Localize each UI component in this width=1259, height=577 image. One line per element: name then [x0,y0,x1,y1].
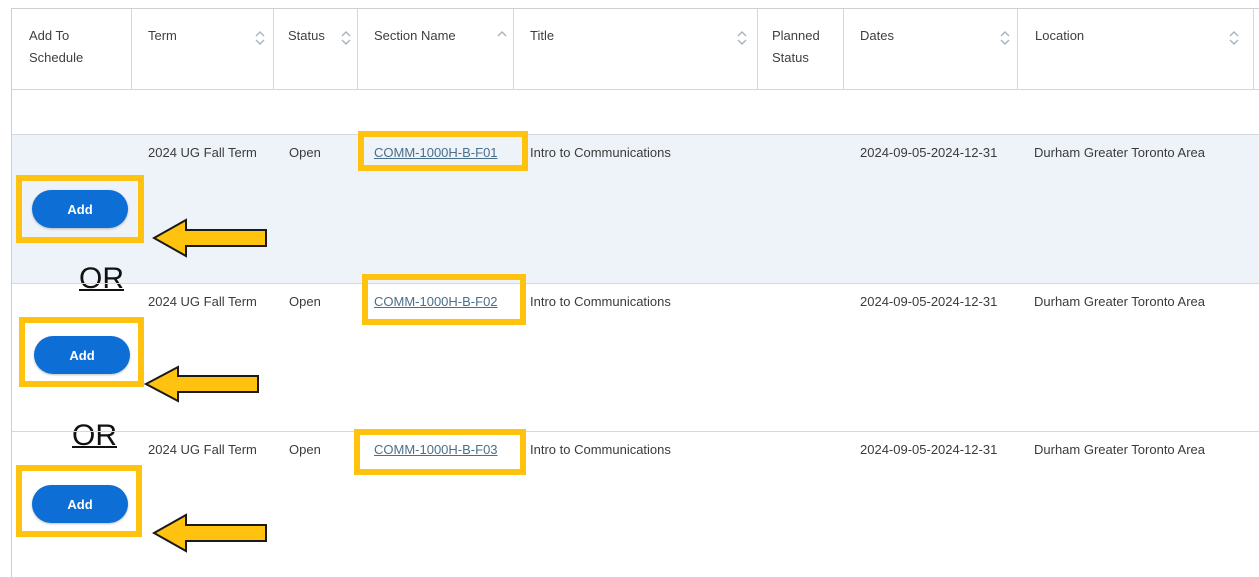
status-cell: Open [289,294,321,309]
status-cell: Open [289,145,321,160]
table-row: 2024 UG Fall Term Open COMM-1000H-B-F03 … [12,429,1259,577]
term-cell: 2024 UG Fall Term [148,145,257,160]
table-row: 2024 UG Fall Term Open COMM-1000H-B-F02 … [12,274,1259,431]
section-link[interactable]: COMM-1000H-B-F03 [374,441,498,459]
sort-icon[interactable] [1228,27,1240,49]
add-button[interactable]: Add [34,336,130,374]
dates-cell: 2024-09-05-2024-12-31 [860,442,998,457]
course-sections-table: Add To Schedule Term Status Section Name… [11,8,1259,577]
column-header-term-label: Term [148,28,177,43]
column-header-section-name[interactable]: Section Name [358,9,514,89]
term-cell: 2024 UG Fall Term [148,294,257,309]
column-header-location[interactable]: Location [1018,9,1254,89]
term-cell: 2024 UG Fall Term [148,442,257,457]
sort-icon[interactable] [736,27,748,49]
column-header-location-label: Location [1035,28,1085,43]
location-cell: Durham Greater Toronto Area [1034,442,1206,457]
status-cell: Open [289,442,321,457]
empty-filter-row [12,90,1259,134]
section-link[interactable]: COMM-1000H-B-F02 [374,293,498,311]
location-cell: Durham Greater Toronto Area [1034,145,1206,160]
column-header-title[interactable]: Title [514,9,758,89]
table-row: 2024 UG Fall Term Open COMM-1000H-B-F01 … [12,131,1259,283]
add-button[interactable]: Add [32,190,128,228]
add-button[interactable]: Add [32,485,128,523]
dates-cell: 2024-09-05-2024-12-31 [860,145,998,160]
title-cell: Intro to Communications [530,145,671,160]
section-link[interactable]: COMM-1000H-B-F01 [374,144,498,162]
column-header-add: Add To Schedule [12,9,132,89]
column-header-status[interactable]: Status [274,9,358,89]
sort-icon[interactable] [340,27,352,49]
title-cell: Intro to Communications [530,442,671,457]
column-header-status-label: Status [288,28,325,43]
sort-icon[interactable] [496,27,508,49]
sort-icon[interactable] [254,27,266,49]
column-header-term[interactable]: Term [132,9,274,89]
sort-icon[interactable] [999,27,1011,49]
column-header-add-label: Add To Schedule [29,28,84,65]
arrow-left-icon [152,513,267,553]
arrow-left-icon [144,365,259,403]
table-header: Add To Schedule Term Status Section Name… [12,9,1259,90]
arrow-left-icon [152,218,267,258]
title-cell: Intro to Communications [530,294,671,309]
column-header-dates[interactable]: Dates [844,9,1018,89]
column-header-title-label: Title [530,28,555,43]
column-header-section-label: Section Name [374,28,456,43]
column-header-dates-label: Dates [860,28,894,43]
column-header-planned-label: Planned Status [772,28,820,65]
column-header-planned-status: Planned Status [758,9,844,89]
dates-cell: 2024-09-05-2024-12-31 [860,294,998,309]
location-cell: Durham Greater Toronto Area [1034,294,1206,309]
